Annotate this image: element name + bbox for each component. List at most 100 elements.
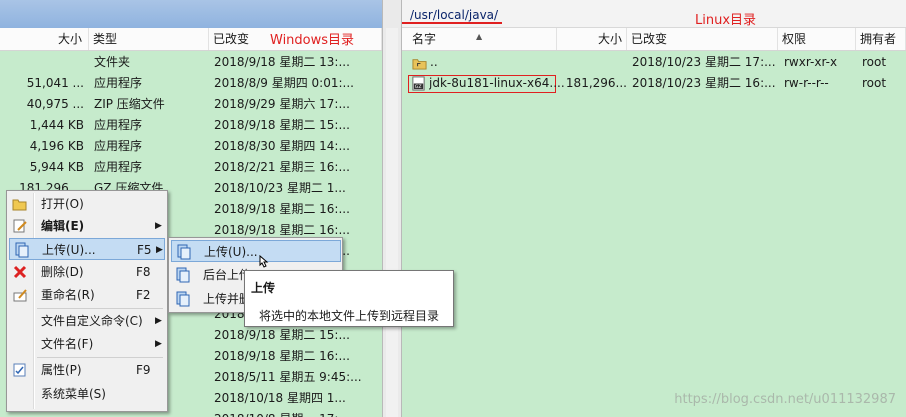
path-underline-annotation [402,22,502,24]
mouse-cursor-icon [259,254,269,268]
file-changed: 2018/9/29 星期六 17:... [214,97,350,111]
context-menu: 打开(O) 编辑(E) ▶ 上传(U)... F5 ▶ 删除(D) F8 重命名… [6,190,168,412]
menu-item-edit[interactable]: 编辑(E) ▶ [9,215,165,237]
column-owner[interactable]: 拥有者 [856,28,906,50]
menu-item-label: 上传(U)... [204,245,258,259]
properties-icon [13,363,26,377]
file-changed: 2018/10/23 星期二 1... [214,181,346,195]
menu-item-label: 文件名(F) [41,337,94,351]
edit-icon [13,219,27,233]
file-changed: 2018/10/18 星期四 1... [214,391,346,405]
menu-item-label: 重命名(R) [41,288,95,302]
file-type: ZIP 压缩文件 [94,97,165,111]
menu-item-label: 打开(O) [41,197,84,211]
column-type[interactable]: 类型 [89,28,209,50]
file-name: .. [430,55,438,69]
menu-item-label: 属性(P) [41,363,82,377]
menu-item-upload[interactable]: 上传(U)... F5 ▶ [9,238,165,260]
table-row[interactable]: 40,975 ... ZIP 压缩文件 2018/9/29 星期六 17:... [0,94,382,115]
file-changed: 2018/10/8 星期一 17:... [214,409,379,417]
file-permissions: rw-r--r-- [784,76,829,90]
column-changed[interactable]: 已改变 [627,28,778,50]
menu-item-rename[interactable]: 重命名(R) F2 [9,284,165,306]
sort-ascending-icon: ▲ [476,32,483,41]
menu-item-delete[interactable]: 删除(D) F8 [9,261,165,283]
file-name: jdk-8u181-linux-x64.... [429,76,565,90]
file-changed: 2018/9/18 星期二 15:... [214,328,350,342]
table-row[interactable]: 文件夹 2018/9/18 星期二 13:... [0,52,382,73]
file-changed: 2018/2/21 星期三 16:... [214,160,350,174]
column-permissions-label: 权限 [782,32,807,46]
file-changed: 2018/9/18 星期二 16:... [214,349,350,363]
upload-icon [15,242,29,258]
menu-item-properties[interactable]: 属性(P) F9 [9,359,165,381]
file-size: 4,196 KB [29,139,84,153]
submenu-arrow-icon: ▶ [156,245,163,255]
file-changed: 2018/9/18 星期二 13:... [214,55,350,69]
file-changed: 2018/9/18 星期二 15:... [214,118,350,132]
column-permissions[interactable]: 权限 [778,28,856,50]
column-size-label: 大小 [597,32,622,46]
table-row[interactable]: .. 2018/10/23 星期二 17:... rwxr-xr-x root [402,52,906,73]
submenu-item-upload[interactable]: 上传(U)... [171,240,341,262]
watermark: https://blog.csdn.net/u011132987 [674,392,896,407]
file-type: 文件夹 [94,55,131,69]
background-upload-icon [176,267,190,283]
local-path-bar [0,0,382,28]
table-row[interactable]: 51,041 ... 应用程序 2018/8/9 星期四 0:01:... [0,73,382,94]
file-type: 应用程序 [94,76,143,90]
menu-item-open[interactable]: 打开(O) [9,193,165,215]
tooltip-body: 将选中的本地文件上传到远程目录 [259,309,440,323]
column-size[interactable]: 大小 [0,28,89,50]
submenu-arrow-icon: ▶ [155,221,162,231]
menu-separator [37,357,163,358]
column-owner-label: 拥有者 [860,32,897,46]
file-changed: 2018/10/23 星期二 17:... [632,55,776,69]
file-size: 40,975 ... [26,97,84,111]
submenu-arrow-icon: ▶ [155,339,162,349]
menu-item-shortcut: F2 [136,288,151,302]
file-owner: root [862,76,887,90]
table-row[interactable]: GZ jdk-8u181-linux-x64.... 181,296... 20… [402,73,906,94]
column-name-label: 名字 [412,32,437,46]
file-changed: 2018/10/23 星期二 16:... [632,76,776,90]
file-changed: 2018/5/11 星期五 9:45:... [214,370,362,384]
file-size [0,52,84,73]
menu-item-shortcut: F9 [136,363,151,377]
column-size[interactable]: 大小 [557,28,627,50]
svg-text:GZ: GZ [415,84,422,90]
file-changed: 2018/8/30 星期四 14:... [214,139,350,153]
file-type: 应用程序 [94,139,143,153]
menu-item-label: 编辑(E) [41,219,85,233]
file-owner: root [862,55,887,69]
table-row[interactable]: 4,196 KB 应用程序 2018/8/30 星期四 14:... [0,136,382,157]
menu-item-system-menu[interactable]: 系统菜单(S) [9,383,165,405]
file-size: 181,296... [565,76,627,90]
menu-item-filenames[interactable]: 文件名(F) ▶ [9,333,165,355]
submenu-arrow-icon: ▶ [155,316,162,326]
menu-item-shortcut: F5 [137,243,152,257]
remote-path-bar[interactable]: /usr/local/java/ [402,0,906,28]
column-changed-label: 已改变 [631,32,668,46]
table-row[interactable]: 1,444 KB 应用程序 2018/9/18 星期二 15:... [0,115,382,136]
local-scrollbar[interactable] [386,28,398,417]
menu-item-shortcut: F8 [136,265,151,279]
file-type: 应用程序 [94,160,143,174]
remote-path[interactable]: /usr/local/java/ [410,8,498,22]
file-size: 1,444 KB [29,118,84,132]
remote-file-pane[interactable]: /usr/local/java/ Linux目录 名字 ▲ 大小 已改变 权限 拥… [402,0,906,417]
windows-dir-annotation: Windows目录 [270,33,355,48]
tooltip-title: 上传 [251,281,276,295]
column-name[interactable]: 名字 ▲ [402,28,557,50]
file-changed: 2018/8/9 星期四 0:01:... [214,76,354,90]
table-row[interactable]: 5,944 KB 应用程序 2018/2/21 星期三 16:... [0,157,382,178]
gz-file-icon: GZ [412,76,425,91]
menu-item-custom-commands[interactable]: 文件自定义命令(C) ▶ [9,310,165,332]
upload-delete-icon [176,291,190,307]
parent-folder-icon [412,59,427,70]
column-type-label: 类型 [93,32,118,46]
menu-item-label: 上传(U)... [42,243,96,257]
file-size: 51,041 ... [26,76,84,90]
remote-column-header: 名字 ▲ 大小 已改变 权限 拥有者 [402,28,906,51]
folder-open-icon [12,199,27,211]
